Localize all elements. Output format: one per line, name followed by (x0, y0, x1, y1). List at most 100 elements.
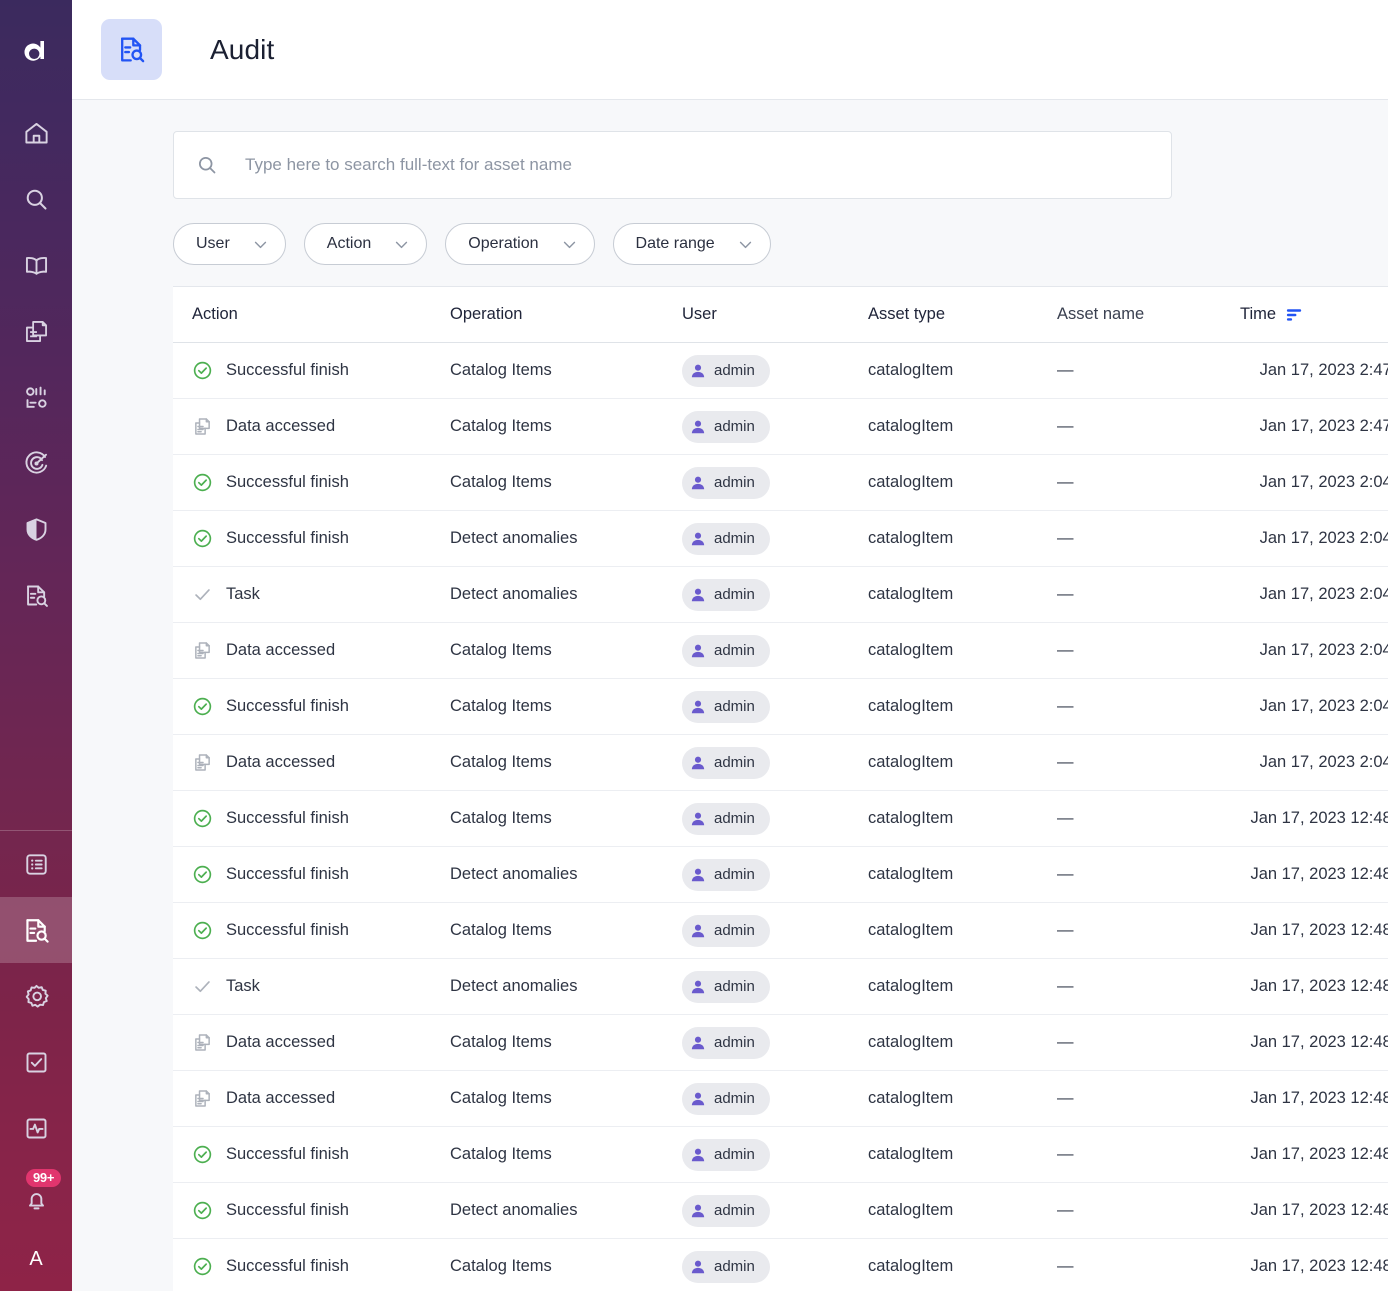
table-row[interactable]: Successful finishDetect anomaliesadminca… (173, 511, 1388, 567)
user-chip[interactable]: admin (682, 691, 770, 723)
user-icon (689, 922, 707, 940)
table-row[interactable]: Successful finishCatalog Itemsadmincatal… (173, 1127, 1388, 1183)
user-icon (689, 698, 707, 716)
sidebar-item-audit[interactable] (0, 897, 72, 963)
cell-action-label: Successful finish (226, 865, 349, 884)
user-chip[interactable]: admin (682, 355, 770, 387)
filter-chip-action-label: Action (327, 235, 371, 253)
cell-asset-name: — (1057, 585, 1240, 604)
cell-asset-name: — (1057, 1089, 1240, 1108)
filter-chip-operation[interactable]: Operation (445, 223, 594, 265)
cell-action: Successful finish (192, 360, 450, 381)
user-chip[interactable]: admin (682, 971, 770, 1003)
user-chip[interactable]: admin (682, 1251, 770, 1283)
filter-chip-date-range-label: Date range (636, 235, 715, 253)
table-row[interactable]: Data accessedCatalog ItemsadmincatalogIt… (173, 735, 1388, 791)
table-row[interactable]: Successful finishCatalog Itemsadmincatal… (173, 679, 1388, 735)
cell-time: Jan 17, 2023 2:04:36 PM (1240, 753, 1388, 772)
user-chip[interactable]: admin (682, 803, 770, 835)
search-bar[interactable] (173, 131, 1172, 199)
cell-action-label: Data accessed (226, 753, 335, 772)
filter-chip-action[interactable]: Action (304, 223, 427, 265)
table-row[interactable]: Successful finishDetect anomaliesadminca… (173, 847, 1388, 903)
column-header-action[interactable]: Action (192, 305, 450, 324)
table-row[interactable]: Successful finishCatalog Itemsadmincatal… (173, 455, 1388, 511)
sidebar-item-settings[interactable] (0, 963, 72, 1029)
sidebar-item-reports[interactable] (0, 562, 72, 628)
user-chip[interactable]: admin (682, 1083, 770, 1115)
column-header-time[interactable]: Time (1240, 305, 1388, 324)
column-header-asset-name[interactable]: Asset name (1057, 305, 1240, 324)
column-header-asset-type[interactable]: Asset type (868, 305, 1057, 324)
cell-asset-type: catalogItem (868, 1089, 1057, 1108)
column-header-operation[interactable]: Operation (450, 305, 682, 324)
cell-action-label: Data accessed (226, 1033, 335, 1052)
check-circle-icon (192, 528, 222, 549)
check-circle-icon (192, 1256, 222, 1277)
user-chip[interactable]: admin (682, 1195, 770, 1227)
cell-user: admin (682, 691, 868, 723)
user-chip[interactable]: admin (682, 635, 770, 667)
sort-descending-icon[interactable] (1285, 305, 1304, 324)
copy-document-icon (192, 1032, 222, 1053)
user-chip[interactable]: admin (682, 579, 770, 611)
sidebar-item-data-quality[interactable] (0, 364, 72, 430)
sidebar-item-approvals[interactable] (0, 1029, 72, 1095)
sidebar-item-search[interactable] (0, 166, 72, 232)
table-row[interactable]: Data accessedCatalog ItemsadmincatalogIt… (173, 623, 1388, 679)
check-circle-icon (192, 808, 222, 829)
cell-action-label: Successful finish (226, 809, 349, 828)
user-avatar[interactable]: A (0, 1227, 72, 1291)
sidebar-item-monitoring[interactable] (0, 430, 72, 496)
table-row[interactable]: Data accessedCatalog ItemsadmincatalogIt… (173, 399, 1388, 455)
cell-asset-name: — (1057, 473, 1240, 492)
sidebar-item-security[interactable] (0, 496, 72, 562)
table-row[interactable]: Data accessedCatalog ItemsadmincatalogIt… (173, 1015, 1388, 1071)
page-content: User Action Operation (72, 100, 1388, 1291)
cell-time: Jan 17, 2023 12:48:39 PM (1240, 865, 1388, 884)
table-row[interactable]: Successful finishCatalog Itemsadmincatal… (173, 343, 1388, 399)
user-chip[interactable]: admin (682, 1027, 770, 1059)
sidebar-item-catalog[interactable] (0, 298, 72, 364)
table-row[interactable]: Successful finishCatalog Itemsadmincatal… (173, 791, 1388, 847)
cell-user: admin (682, 915, 868, 947)
filter-chip-operation-label: Operation (468, 235, 538, 253)
cell-asset-type: catalogItem (868, 473, 1057, 492)
sidebar-item-notifications[interactable]: 99+ (0, 1161, 72, 1227)
user-icon (689, 810, 707, 828)
sidebar-item-home[interactable] (0, 100, 72, 166)
user-icon (689, 866, 707, 884)
audit-page-icon (101, 19, 162, 80)
filter-chip-user[interactable]: User (173, 223, 286, 265)
cell-asset-name: — (1057, 417, 1240, 436)
sidebar-item-glossary[interactable] (0, 232, 72, 298)
user-chip[interactable]: admin (682, 467, 770, 499)
sidebar-item-activity[interactable] (0, 1095, 72, 1161)
cell-user: admin (682, 1195, 868, 1227)
user-chip[interactable]: admin (682, 411, 770, 443)
user-chip-label: admin (714, 474, 755, 491)
column-header-user[interactable]: User (682, 305, 868, 324)
check-circle-icon (192, 360, 222, 381)
cell-action-label: Data accessed (226, 641, 335, 660)
sidebar-item-tasks-list[interactable] (0, 831, 72, 897)
table-row[interactable]: Successful finishDetect anomaliesadminca… (173, 1183, 1388, 1239)
table-row[interactable]: Successful finishCatalog Itemsadmincatal… (173, 1239, 1388, 1291)
table-row[interactable]: TaskDetect anomaliesadmincatalogItem—Jan… (173, 959, 1388, 1015)
user-chip[interactable]: admin (682, 1139, 770, 1171)
user-chip[interactable]: admin (682, 523, 770, 555)
cell-action: Data accessed (192, 752, 450, 773)
filter-chip-date-range[interactable]: Date range (613, 223, 771, 265)
table-row[interactable]: TaskDetect anomaliesadmincatalogItem—Jan… (173, 567, 1388, 623)
user-chip[interactable]: admin (682, 859, 770, 891)
cell-action: Successful finish (192, 1200, 450, 1221)
table-row[interactable]: Successful finishCatalog Itemsadmincatal… (173, 903, 1388, 959)
user-chip[interactable]: admin (682, 747, 770, 779)
app-logo[interactable] (0, 0, 72, 100)
table-row[interactable]: Data accessedCatalog ItemsadmincatalogIt… (173, 1071, 1388, 1127)
user-chip[interactable]: admin (682, 915, 770, 947)
cell-time: Jan 17, 2023 2:47:44 PM (1240, 361, 1388, 380)
user-chip-label: admin (714, 866, 755, 883)
search-input[interactable] (245, 155, 1171, 175)
cell-asset-type: catalogItem (868, 1201, 1057, 1220)
